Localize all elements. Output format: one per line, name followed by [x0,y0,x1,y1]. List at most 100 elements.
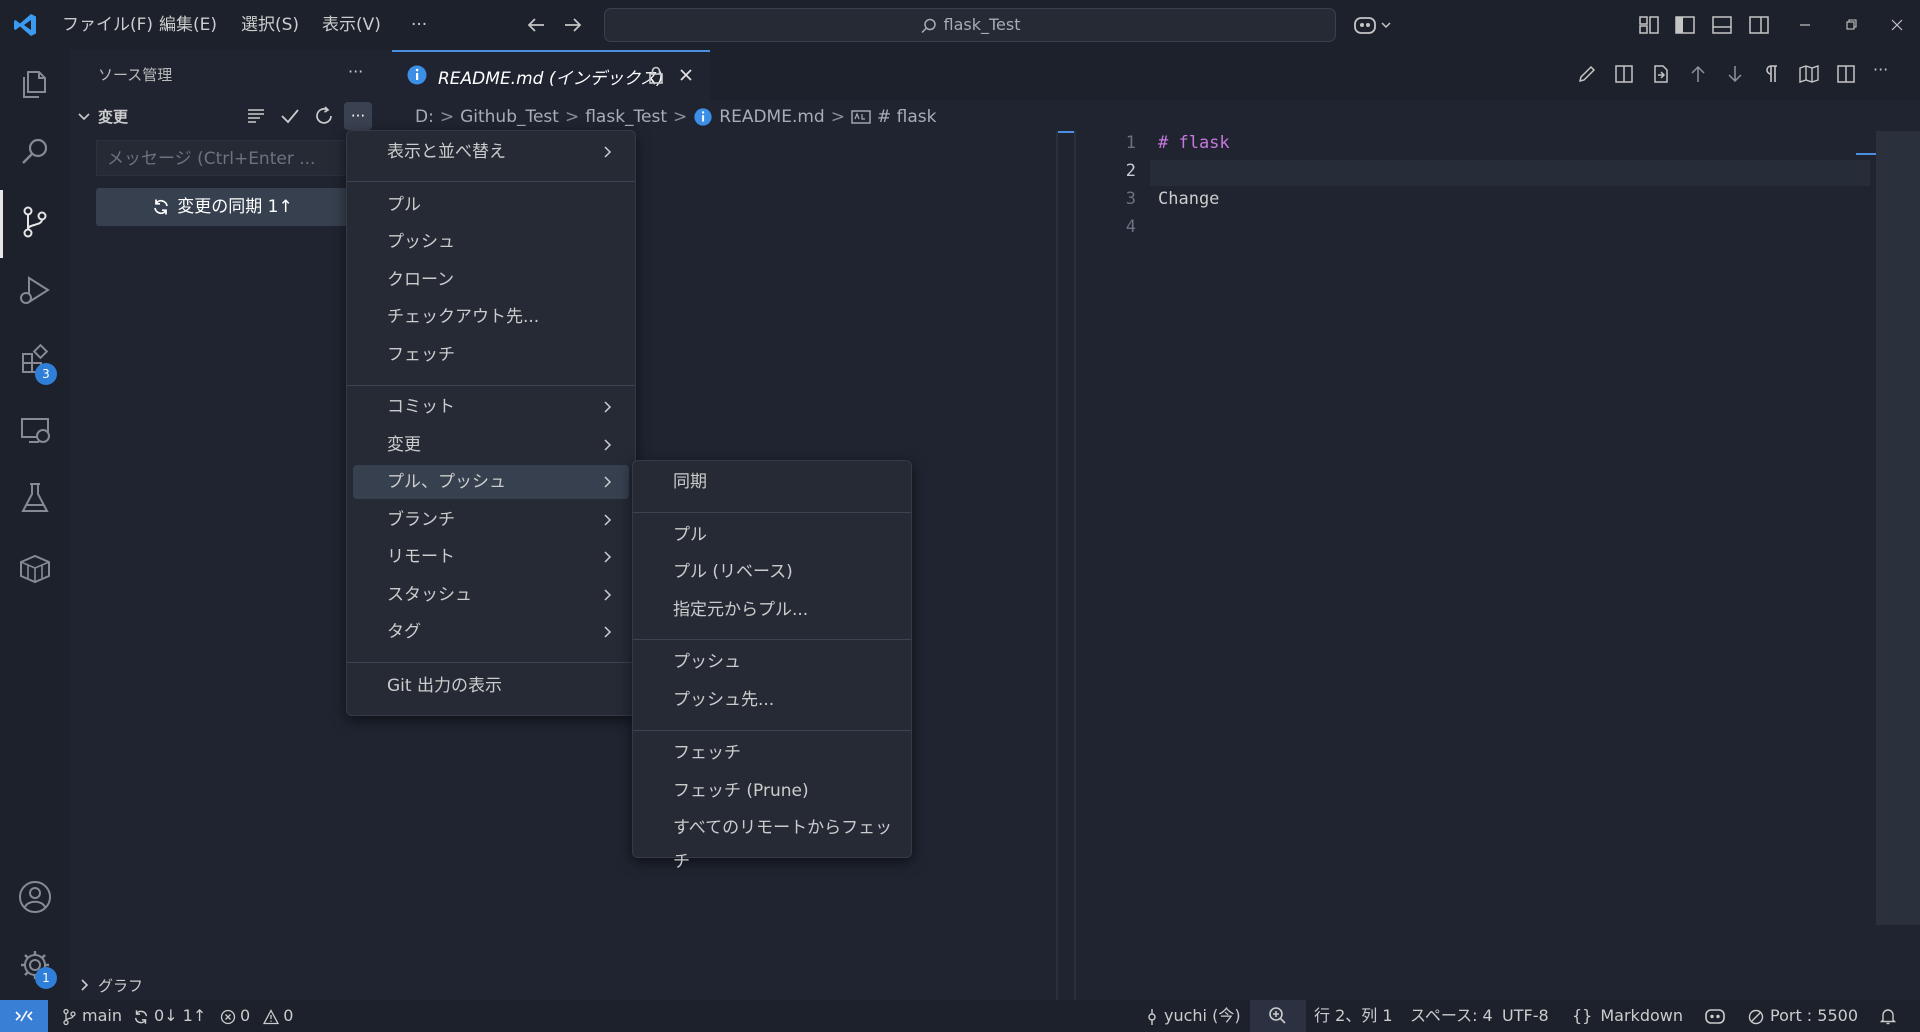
minimap-scrollbar[interactable] [1876,131,1920,925]
sidebar-more-actions-button[interactable]: ··· [348,62,363,81]
split-editor-icon[interactable] [1834,62,1858,86]
toggle-primary-sidebar-icon[interactable] [1672,12,1698,38]
problems-status[interactable]: 0 0 [220,1000,293,1032]
breadcrumb-symbol-icon [851,109,871,125]
sync-status[interactable]: 0↓ 1↑ [132,1000,206,1032]
branch-status[interactable]: main [62,1000,122,1032]
menu-edit[interactable]: 編集(E) [159,0,217,50]
line-number: 2 [1125,161,1136,181]
cursor-position[interactable]: 行 2、列 1 [1314,1000,1393,1032]
open-file-icon[interactable] [1649,62,1673,86]
commit-message-input[interactable]: メッセージ (Ctrl+Enter ... [96,140,348,176]
changes-section-header[interactable]: 変更 [98,106,128,127]
back-arrow-icon[interactable] [523,12,549,38]
previous-change-icon[interactable] [1686,62,1710,86]
pull-push-submenu: 同期 プル プル (リベース) 指定元からプル... プッシュ プッシュ先...… [632,460,912,872]
notifications-bell-icon[interactable] [1878,1006,1898,1026]
forward-arrow-icon[interactable] [560,12,586,38]
graph-section-header[interactable]: グラフ [98,975,143,996]
code-line[interactable]: Change [1158,189,1219,209]
language-mode[interactable]: {} Markdown [1572,1000,1683,1032]
menu-item-stash[interactable]: スタッシュ [353,578,629,612]
zoom-button[interactable] [1250,1000,1306,1032]
commit-check-icon[interactable] [278,104,302,128]
source-control-icon[interactable] [15,202,55,242]
command-center-search[interactable]: flask_Test [604,8,1336,42]
blame-status[interactable]: yuchi (今) [1146,1000,1241,1032]
chevron-right-icon[interactable] [76,977,92,993]
warning-icon [263,1008,280,1025]
menu-item-push[interactable]: プッシュ [353,225,629,259]
refresh-icon[interactable] [312,104,336,128]
breadcrumb-symbol[interactable]: # flask [877,107,936,127]
submenu-item-push[interactable]: プッシュ [639,645,905,679]
containers-icon[interactable] [15,548,55,588]
menu-item-view-sort[interactable]: 表示と並べ替え [353,135,629,169]
breadcrumb: D: > Github_Test > flask_Test > README.md > # fl… [415,107,937,127]
open-preview-icon[interactable] [1797,62,1821,86]
view-as-list-icon[interactable] [244,104,268,128]
search-view-icon[interactable] [15,132,55,172]
menu-item-remote[interactable]: リモート [353,540,629,574]
pilcrow-icon[interactable] [1760,62,1784,86]
remote-indicator[interactable] [0,1000,48,1032]
indentation[interactable]: スペース: 4 [1410,1000,1493,1032]
menu-file[interactable]: ファイル(F) [62,0,153,50]
close-window-icon[interactable] [1884,12,1910,38]
menu-item-pull-push[interactable]: プル、プッシュ [353,465,629,499]
menu-item-branch[interactable]: ブランチ [353,503,629,537]
breadcrumb-folder-flask[interactable]: flask_Test [585,107,667,127]
more-actions-button[interactable]: ··· [344,102,372,130]
pencil-edit-icon[interactable] [1575,62,1599,86]
breadcrumb-folder-github[interactable]: Github_Test [460,107,559,127]
testing-flask-icon[interactable] [15,478,55,518]
submenu-item-pull[interactable]: プル [639,518,905,552]
accounts-icon[interactable] [15,877,55,917]
menu-item-show-git-output[interactable]: Git 出力の表示 [353,669,629,703]
menu-item-changes[interactable]: 変更 [353,428,629,462]
breadcrumb-drive[interactable]: D: [415,107,434,127]
sync-changes-button[interactable]: 変更の同期 1↑ [96,188,348,226]
submenu-item-pull-rebase[interactable]: プル (リベース) [639,555,905,589]
code-line[interactable]: # flask [1158,133,1230,153]
git-actions-menu: 表示と並べ替え プル プッシュ クローン チェックアウト先... フェッチ コミ… [346,130,636,716]
toggle-secondary-sidebar-icon[interactable] [1746,12,1772,38]
run-debug-icon[interactable] [15,270,55,310]
next-change-icon[interactable] [1723,62,1747,86]
menu-more[interactable]: ··· [411,0,427,50]
copilot-status-icon[interactable] [1704,1006,1726,1026]
submenu-item-fetch-all-remotes[interactable]: すべてのリモートからフェッチ [639,811,905,872]
minimize-icon[interactable] [1792,12,1818,38]
menu-item-checkout[interactable]: チェックアウト先... [353,300,629,334]
close-tab-icon[interactable] [676,65,696,85]
breadcrumb-file[interactable]: README.md [719,107,824,127]
menu-item-clone[interactable]: クローン [353,263,629,297]
open-changes-icon[interactable] [1612,62,1636,86]
tab-readme[interactable]: README.md (インデックス) [392,50,710,100]
submenu-item-fetch-prune[interactable]: フェッチ (Prune) [639,774,905,808]
menu-item-commit[interactable]: コミット [353,390,629,424]
submenu-item-pull-from[interactable]: 指定元からプル... [639,593,905,627]
toggle-panel-icon[interactable] [1709,12,1735,38]
line-number: 1 [1125,133,1136,153]
sync-icon [151,197,171,217]
submenu-item-fetch[interactable]: フェッチ [639,736,905,770]
encoding[interactable]: UTF-8 [1502,1000,1549,1032]
menu-item-fetch[interactable]: フェッチ [353,338,629,372]
editor-more-actions-button[interactable]: ··· [1873,60,1888,79]
menu-item-pull[interactable]: プル [353,188,629,222]
menu-selection[interactable]: 選択(S) [241,0,299,50]
copilot-icon[interactable] [1352,12,1396,38]
menu-view[interactable]: 表示(V) [322,0,381,50]
explorer-icon[interactable] [15,64,55,104]
submenu-item-sync[interactable]: 同期 [639,465,905,499]
live-server-port[interactable]: Port : 5500 [1748,1000,1858,1032]
chevron-right-icon [604,439,612,451]
restore-icon[interactable] [1838,12,1864,38]
menu-item-tags[interactable]: タグ [353,615,629,649]
chevron-down-icon[interactable] [76,108,92,124]
port-label: Port : 5500 [1770,1006,1858,1025]
remote-explorer-icon[interactable] [15,410,55,450]
submenu-item-push-to[interactable]: プッシュ先... [639,683,905,717]
customize-layout-icon[interactable] [1636,12,1662,38]
